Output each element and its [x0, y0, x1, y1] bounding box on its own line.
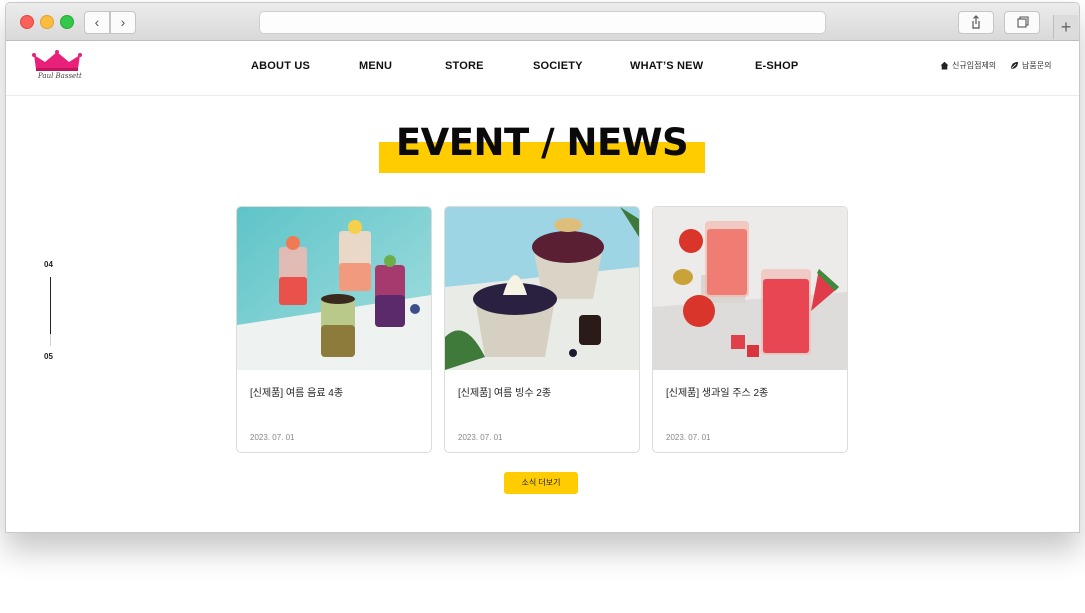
card-image — [237, 207, 431, 370]
more-news-button[interactable]: 소식 더보기 — [504, 472, 578, 494]
card-title: [신제품] 생과일 주스 2종 — [666, 388, 769, 399]
leaf-icon — [1011, 62, 1018, 69]
nav-about-us[interactable]: ABOUT US — [251, 60, 310, 72]
plus-icon: + — [1060, 17, 1072, 37]
page-title: EVENT / NEWS — [395, 121, 689, 164]
card-image — [445, 207, 639, 370]
address-bar[interactable] — [259, 11, 826, 34]
delivery-inquiry-label: 납품문의 — [1022, 61, 1052, 70]
pager-track — [50, 334, 51, 346]
franchise-inquiry-link[interactable]: 신규입점제의 — [940, 60, 996, 71]
card-title: [신제품] 여름 음료 4종 — [250, 388, 344, 399]
minimize-window-button[interactable] — [40, 15, 54, 29]
card-title: [신제품] 여름 빙수 2종 — [458, 388, 552, 399]
site-header: Paul Bassett ABOUT US MENU STORE SOCIETY… — [6, 41, 1079, 96]
close-window-button[interactable] — [20, 15, 34, 29]
brand-logo[interactable]: Paul Bassett — [32, 49, 82, 85]
brand-logo-text: Paul Bassett — [38, 72, 82, 80]
chevron-right-icon: › — [120, 14, 126, 30]
nav-society[interactable]: SOCIETY — [533, 60, 583, 72]
nav-whats-new[interactable]: WHAT’S NEW — [630, 60, 703, 72]
franchise-inquiry-label: 신규입점제의 — [952, 61, 997, 70]
show-tabs-button[interactable] — [1004, 11, 1040, 34]
tabs-icon — [1017, 16, 1029, 28]
card-image — [653, 207, 847, 370]
pager-progress — [50, 277, 51, 334]
share-button[interactable] — [958, 11, 994, 34]
news-card[interactable]: [신제품] 생과일 주스 2종 2023. 07. 01 — [652, 206, 848, 453]
section-heading: EVENT / NEWS — [379, 89, 705, 173]
forward-button[interactable]: › — [110, 11, 136, 34]
nav-store[interactable]: STORE — [445, 60, 484, 72]
browser-titlebar: ‹ › + — [6, 3, 1079, 41]
crown-logo-icon — [32, 50, 82, 71]
pager-current[interactable]: 04 — [44, 260, 53, 269]
home-icon — [940, 61, 949, 70]
share-icon — [972, 15, 980, 29]
card-date: 2023. 07. 01 — [250, 433, 295, 442]
chevron-left-icon: ‹ — [94, 14, 100, 30]
zoom-window-button[interactable] — [60, 15, 74, 29]
delivery-inquiry-link[interactable]: 납품문의 — [1010, 60, 1051, 71]
nav-e-shop[interactable]: E-SHOP — [755, 60, 798, 72]
card-date: 2023. 07. 01 — [666, 433, 711, 442]
new-tab-button[interactable]: + — [1053, 15, 1078, 39]
browser-window: ‹ › + Paul Bassett ABOUT US MENU STORE S… — [5, 2, 1080, 533]
news-card[interactable]: [신제품] 여름 음료 4종 2023. 07. 01 — [236, 206, 432, 453]
nav-menu[interactable]: MENU — [359, 60, 392, 72]
back-button[interactable]: ‹ — [84, 11, 110, 34]
news-card[interactable]: [신제품] 여름 빙수 2종 2023. 07. 01 — [444, 206, 640, 453]
pager-next[interactable]: 05 — [44, 352, 53, 361]
card-date: 2023. 07. 01 — [458, 433, 503, 442]
